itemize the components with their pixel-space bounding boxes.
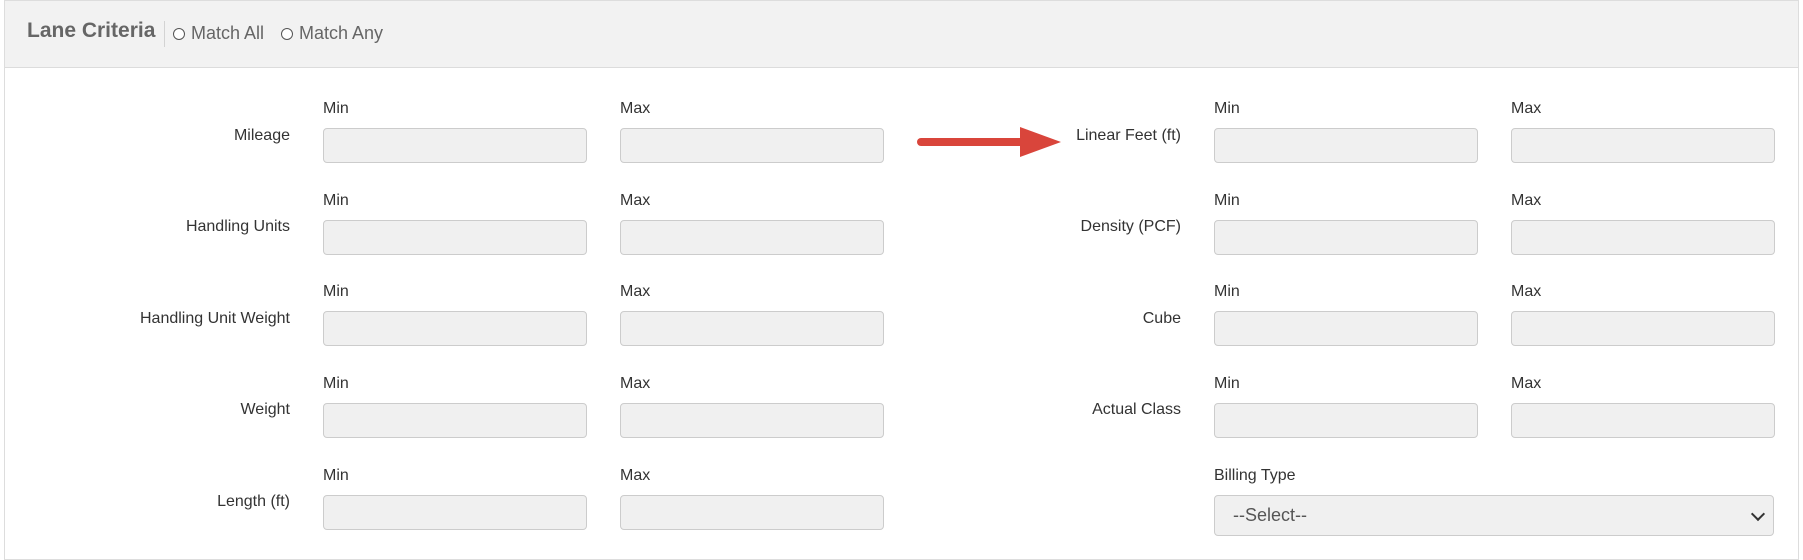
lane-criteria-panel: Lane Criteria Match All Match Any — [4, 0, 1799, 560]
billing-type-label: Billing Type — [1214, 467, 1296, 484]
match-any-label: Match Any — [299, 23, 384, 43]
red-arrow-icon — [917, 127, 1061, 157]
handling-units-min-input[interactable] — [323, 220, 587, 255]
density-min-label: Min — [1214, 192, 1240, 209]
length-max-label: Max — [620, 467, 651, 484]
mileage-min-label: Min — [323, 100, 349, 117]
handling-unit-weight-min-input[interactable] — [323, 311, 587, 346]
density-label: Density (PCF) — [1080, 218, 1181, 235]
chevron-down-icon — [1750, 506, 1766, 521]
handling-units-max-input[interactable] — [620, 220, 884, 255]
cube-min-label: Min — [1214, 283, 1240, 300]
linear-feet-label: Linear Feet (ft) — [1076, 127, 1181, 144]
density-min-input[interactable] — [1214, 220, 1478, 255]
handling-units-min-label: Min — [323, 192, 349, 209]
billing-type-value: --Select-- — [1233, 505, 1308, 525]
length-min-label: Min — [323, 467, 349, 484]
match-any-radio[interactable]: Match Any — [281, 23, 383, 44]
weight-max-label: Max — [620, 375, 651, 392]
handling-unit-weight-max-input[interactable] — [620, 311, 884, 346]
actual-class-max-input[interactable] — [1511, 403, 1775, 438]
radio-circle-icon — [173, 27, 185, 40]
actual-class-min-label: Min — [1214, 375, 1240, 392]
weight-max-input[interactable] — [620, 403, 884, 438]
cube-min-input[interactable] — [1214, 311, 1478, 346]
handling-unit-weight-min-label: Min — [323, 283, 349, 300]
actual-class-max-label: Max — [1511, 375, 1542, 392]
actual-class-min-input[interactable] — [1214, 403, 1478, 438]
mileage-max-input[interactable] — [620, 128, 884, 163]
linear-feet-min-input[interactable] — [1214, 128, 1478, 163]
weight-label: Weight — [240, 401, 290, 418]
mileage-max-label: Max — [620, 100, 651, 117]
density-max-input[interactable] — [1511, 220, 1775, 255]
mileage-label: Mileage — [233, 127, 290, 144]
handling-units-max-label: Max — [620, 192, 651, 209]
length-label: Length (ft) — [217, 493, 290, 510]
weight-min-label: Min — [323, 375, 349, 392]
linear-feet-min-label: Min — [1214, 100, 1240, 117]
radio-circle-icon — [281, 27, 293, 40]
cube-max-input[interactable] — [1511, 311, 1775, 346]
linear-feet-max-input[interactable] — [1511, 128, 1775, 163]
length-max-input[interactable] — [620, 495, 884, 530]
match-all-radio[interactable]: Match All — [173, 23, 264, 44]
mileage-min-input[interactable] — [323, 128, 587, 163]
title-divider — [164, 21, 165, 47]
linear-feet-max-label: Max — [1511, 100, 1542, 117]
cube-max-label: Max — [1511, 283, 1542, 300]
handling-units-label: Handling Units — [185, 218, 290, 235]
handling-unit-weight-max-label: Max — [620, 283, 651, 300]
length-min-input[interactable] — [323, 495, 587, 530]
weight-min-input[interactable] — [323, 403, 587, 438]
panel-header: Lane Criteria Match All Match Any — [5, 1, 1798, 68]
density-max-label: Max — [1511, 192, 1542, 209]
cube-label: Cube — [1142, 310, 1181, 327]
billing-type-select[interactable]: --Select-- — [1214, 495, 1774, 536]
match-all-label: Match All — [191, 23, 265, 43]
panel-title: Lane Criteria — [27, 19, 156, 42]
handling-unit-weight-label: Handling Unit Weight — [139, 310, 290, 327]
actual-class-label: Actual Class — [1092, 401, 1181, 418]
